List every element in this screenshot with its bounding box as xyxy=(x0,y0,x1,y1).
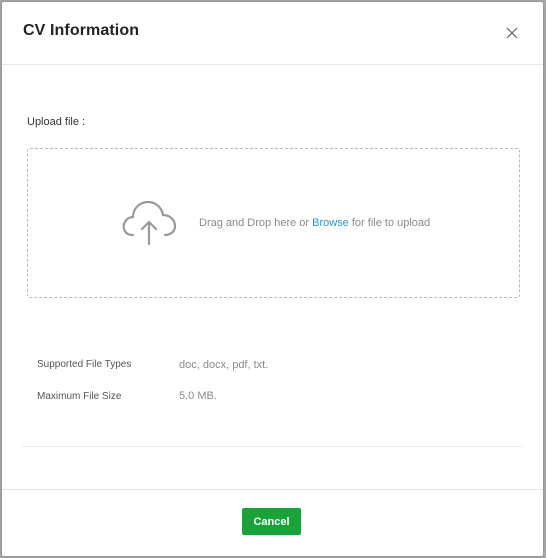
browse-link[interactable]: Browse xyxy=(312,217,349,229)
drop-text-before: Drag and Drop here or xyxy=(199,217,310,229)
file-dropzone[interactable]: Drag and Drop here or Browse for file to… xyxy=(27,148,520,298)
dropzone-instructions: Drag and Drop here or Browse for file to… xyxy=(199,217,430,229)
close-button[interactable] xyxy=(502,23,522,43)
supported-types-label: Supported File Types xyxy=(37,359,132,370)
dialog-title: CV Information xyxy=(23,22,140,39)
cv-information-dialog: CV Information Upload file : Drag and Dr… xyxy=(2,2,543,556)
cloud-upload-icon xyxy=(122,200,177,246)
cancel-button[interactable]: Cancel xyxy=(242,508,301,535)
content-divider xyxy=(22,446,523,447)
supported-types-value: doc, docx, pdf, txt. xyxy=(179,359,269,371)
upload-file-label: Upload file : xyxy=(27,116,86,128)
max-size-value: 5.0 MB. xyxy=(179,390,217,402)
drop-text-after: for file to upload xyxy=(351,217,431,229)
dialog-header: CV Information xyxy=(2,2,543,65)
close-icon xyxy=(506,27,518,39)
dialog-footer: Cancel xyxy=(2,489,543,557)
max-size-label: Maximum File Size xyxy=(37,391,122,402)
